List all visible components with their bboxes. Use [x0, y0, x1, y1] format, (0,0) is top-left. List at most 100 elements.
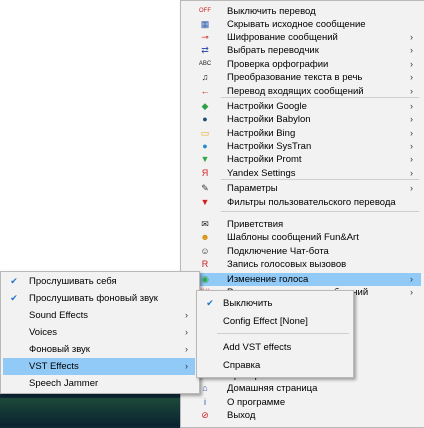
menu-item-label: Yandex Settings: [227, 168, 296, 179]
submenu-item-label: Справка: [223, 360, 261, 371]
chevron-right-icon: ›: [410, 86, 413, 96]
chevron-right-icon: ›: [185, 310, 188, 320]
menu-item-label: Проверка орфографии: [227, 59, 329, 70]
envelope-icon: ✉: [201, 219, 209, 229]
menu-item-label: Подключение Чат-бота: [227, 246, 329, 257]
menu-item[interactable]: ● Настройки Babylon ›: [183, 113, 421, 126]
checkmark-icon: ✔: [10, 293, 18, 303]
submenu-item[interactable]: ✔ Прослушивать фоновый звук: [3, 290, 195, 307]
submenu-item-label: Config Effect [None]: [223, 316, 308, 327]
wrench-icon: ✎: [201, 183, 209, 193]
submenu-item-label: Прослушивать себя: [29, 276, 117, 287]
chevron-right-icon: ›: [185, 361, 188, 371]
submenu-item[interactable]: Voices ›: [3, 324, 195, 341]
submenu-item[interactable]: Справка: [199, 357, 349, 374]
menu-item[interactable]: ABC Проверка орфографии ›: [183, 58, 421, 71]
chevron-right-icon: ›: [410, 154, 413, 164]
menu-item-label: О программе: [227, 397, 286, 408]
submenu-item[interactable]: ✔ Выключить: [199, 295, 349, 312]
submenu-item[interactable]: Фоновый звук ›: [3, 341, 195, 358]
chevron-right-icon: ›: [410, 274, 413, 284]
promt-icon: ▼: [200, 154, 210, 164]
menu-item[interactable]: ← Перевод входящих сообщений ›: [183, 85, 421, 98]
menu-item[interactable]: ◆ Настройки Google ›: [183, 100, 421, 113]
menu-item-label: Выбрать переводчик: [227, 45, 319, 56]
menu-item[interactable]: OFF Выключить перевод: [183, 5, 421, 18]
menu-item[interactable]: ⊘ Выход: [183, 409, 421, 422]
menu-item-label: Запись голосовых вызовов: [227, 259, 347, 270]
submenu-item-label: Voices: [29, 327, 57, 338]
menu-item-label: Настройки Babylon: [227, 114, 311, 125]
systran-icon: ●: [202, 141, 208, 151]
checkmark-icon: ✔: [206, 298, 214, 308]
submenu-item[interactable]: Sound Effects ›: [3, 307, 195, 324]
record-icon: R: [201, 259, 209, 269]
submenu-item[interactable]: Config Effect [None]: [199, 313, 349, 330]
menu-item[interactable]: ▦ Скрывать исходное сообщение: [183, 18, 421, 31]
chevron-right-icon: ›: [410, 101, 413, 111]
menu-item[interactable]: ◉ Изменение голоса ›: [183, 273, 421, 286]
menu-item-label: Выход: [227, 410, 256, 421]
menu-item-label: Приветствия: [227, 219, 284, 230]
submenu-item-label: Speech Jammer: [29, 378, 99, 389]
submenu-item-label: Выключить: [223, 298, 273, 309]
submenu-item[interactable]: Speech Jammer: [3, 375, 195, 392]
chevron-right-icon: ›: [185, 327, 188, 337]
menu-item[interactable]: Я Yandex Settings ›: [183, 167, 421, 180]
menu-item-label: Фильтры пользовательского перевода: [227, 197, 396, 208]
menu-item-label: Параметры: [227, 183, 278, 194]
submenu-item-label: Фоновый звук: [29, 344, 90, 355]
menu-item[interactable]: ▼ Фильтры пользовательского перевода: [183, 196, 421, 209]
menu-item[interactable]: R Запись голосовых вызовов: [183, 258, 421, 271]
menu-item[interactable]: ▭ Настройки Bing ›: [183, 127, 421, 140]
chevron-right-icon: ›: [185, 344, 188, 354]
submenu-item[interactable]: ✔ Прослушивать себя: [3, 273, 195, 290]
submenu-item[interactable]: Add VST effects: [199, 339, 349, 356]
menu-item-label: Домашняя страница: [227, 383, 318, 394]
abc-icon: ABC: [198, 61, 212, 67]
menu-item-label: Шифрование сообщений: [227, 32, 338, 43]
menu-item[interactable]: ⇄ Выбрать переводчик ›: [183, 44, 421, 57]
menu-item-label: Настройки Google: [227, 101, 307, 112]
off-icon: OFF: [199, 8, 211, 14]
smiley-icon: ☻: [200, 232, 210, 242]
yandex-icon: Я: [201, 168, 209, 178]
submenu-item-label: Add VST effects: [223, 342, 292, 353]
music-note-icon: ♫: [201, 72, 209, 82]
menu-item[interactable]: ● Настройки SysTran ›: [183, 140, 421, 153]
menu-item-label: Перевод входящих сообщений: [227, 86, 364, 97]
menu-item[interactable]: ✎ Параметры ›: [183, 182, 421, 195]
voice-change-icon: ◉: [201, 274, 209, 284]
menu-item[interactable]: ✉ Приветствия: [183, 218, 421, 231]
menu-item[interactable]: ▼ Настройки Promt ›: [183, 153, 421, 166]
menu-item[interactable]: ⊸ Шифрование сообщений ›: [183, 31, 421, 44]
swap-icon: ⇄: [201, 45, 209, 55]
chevron-right-icon: ›: [410, 168, 413, 178]
key-icon: ⊸: [201, 32, 209, 42]
chevron-right-icon: ›: [410, 45, 413, 55]
menu-item-label: Настройки SysTran: [227, 141, 312, 152]
menu-item-label: Преобразование текста в речь: [227, 72, 363, 83]
menu-item[interactable]: i О программе: [183, 396, 421, 409]
chevron-right-icon: ›: [410, 128, 413, 138]
menu-item[interactable]: ☻ Шаблоны сообщений Fun&Art: [183, 231, 421, 244]
hide-icon: ▦: [200, 19, 210, 29]
submenu-item-label: VST Effects: [29, 361, 79, 372]
info-icon: i: [204, 397, 206, 407]
checkmark-icon: ✔: [10, 276, 18, 286]
menu-item[interactable]: ☺ Подключение Чат-бота: [183, 245, 421, 258]
exit-icon: ⊘: [201, 410, 209, 420]
chevron-right-icon: ›: [410, 59, 413, 69]
vst-effects-submenu: ✔ Выключить Config Effect [None] Add VST ef…: [196, 290, 354, 378]
chevron-right-icon: ›: [410, 141, 413, 151]
menu-item-label: Выключить перевод: [227, 6, 316, 17]
chevron-right-icon: ›: [410, 287, 413, 297]
arrow-left-icon: ←: [200, 86, 210, 96]
home-icon: ⌂: [202, 383, 208, 393]
menu-item[interactable]: ♫ Преобразование текста в речь ›: [183, 71, 421, 84]
bing-icon: ▭: [200, 128, 210, 138]
google-icon: ◆: [201, 101, 209, 111]
submenu-item[interactable]: VST Effects ›: [3, 358, 195, 375]
chevron-right-icon: ›: [410, 183, 413, 193]
menu-item[interactable]: ⌂ Домашняя страница: [183, 382, 421, 395]
